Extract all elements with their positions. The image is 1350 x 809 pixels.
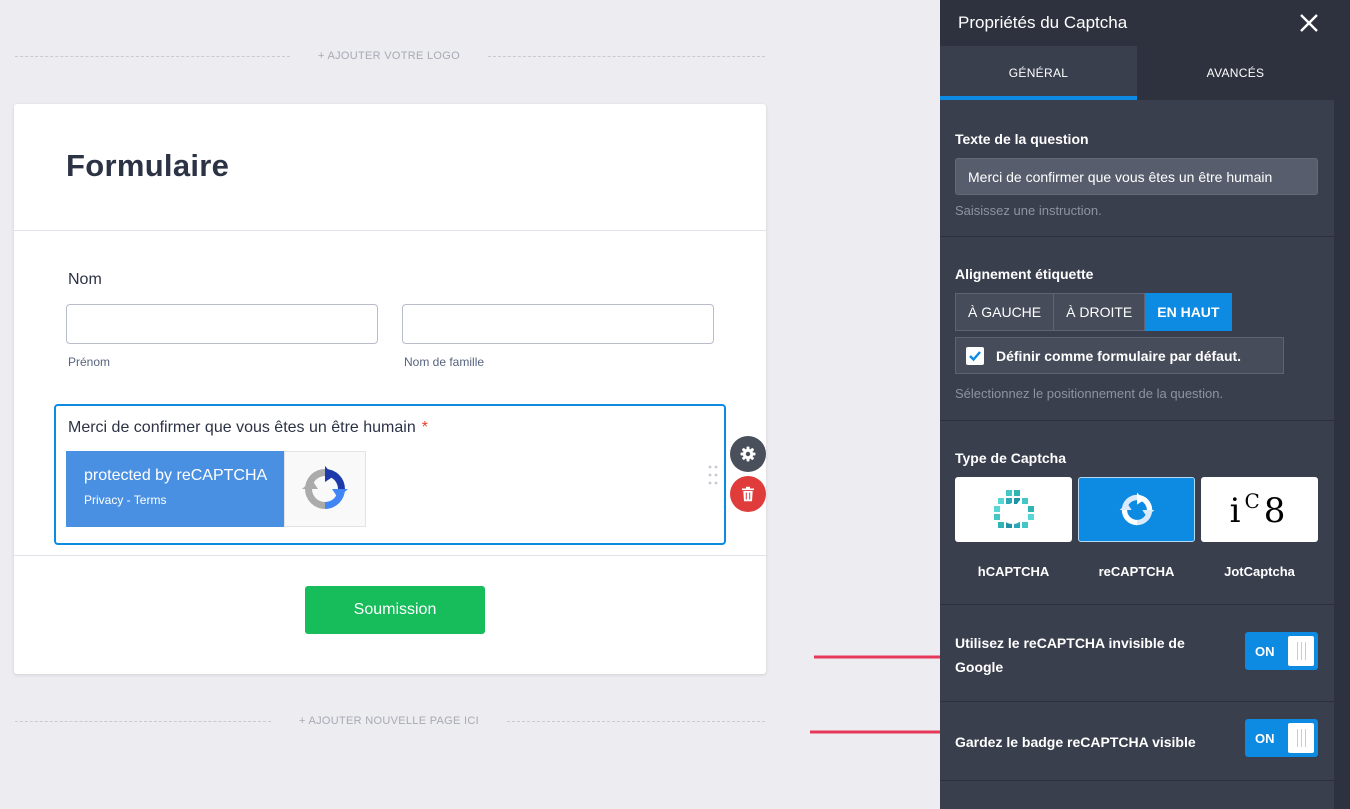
drag-handle-icon[interactable] xyxy=(707,464,719,491)
captcha-properties-panel: Propriétés du Captcha GÉNÉRAL AVANCÉS Te… xyxy=(940,0,1350,809)
toggle-knob xyxy=(1288,636,1314,666)
add-logo-link[interactable]: + AJOUTER VOTRE LOGO xyxy=(290,50,488,62)
tab-general[interactable]: GÉNÉRAL xyxy=(940,46,1137,100)
captcha-question-label: Merci de confirmer que vous êtes un être… xyxy=(68,419,428,437)
invisible-recaptcha-toggle[interactable]: ON xyxy=(1245,632,1318,670)
first-name-input[interactable] xyxy=(66,304,378,344)
add-page-link[interactable]: + AJOUTER NOUVELLE PAGE ICI xyxy=(271,715,507,727)
required-mark: * xyxy=(421,419,428,436)
hcaptcha-logo-icon xyxy=(955,477,1072,542)
question-text-label: Texte de la question xyxy=(955,131,1089,147)
checkmark-icon xyxy=(969,350,981,361)
captcha-option-recaptcha[interactable]: reCAPTCHA xyxy=(1078,477,1195,579)
panel-scrollbar[interactable] xyxy=(1334,0,1350,809)
panel-title: Propriétés du Captcha xyxy=(958,13,1128,32)
recaptcha-badge: protected by reCAPTCHA Privacy - Terms xyxy=(66,451,366,528)
hcaptcha-label: hCAPTCHA xyxy=(977,564,1050,579)
toggle-state: ON xyxy=(1255,643,1275,659)
add-logo-row[interactable]: + AJOUTER VOTRE LOGO xyxy=(15,46,765,66)
set-default-label: Définir comme formulaire par défaut. xyxy=(996,347,1242,364)
gear-icon xyxy=(740,446,756,462)
dashed-divider xyxy=(506,720,765,722)
keep-badge-visible-section: Gardez le badge reCAPTCHA visible ON xyxy=(940,702,1334,781)
recaptcha-badge-text: protected by reCAPTCHA Privacy - Terms xyxy=(66,451,284,527)
last-name-sublabel: Nom de famille xyxy=(404,355,485,369)
panel-tabs: GÉNÉRAL AVANCÉS xyxy=(940,46,1334,100)
toggle-knob xyxy=(1288,723,1314,753)
captcha-type-options: hCAPTCHA reCAPTCHA iC8 JotCaptcha xyxy=(955,477,1318,579)
submit-button[interactable]: Soumission xyxy=(305,586,485,634)
align-top-option[interactable]: EN HAUT xyxy=(1145,293,1233,331)
label-alignment-hint: Sélectionnez le positionnement de la que… xyxy=(955,386,1224,401)
form-title[interactable]: Formulaire xyxy=(66,148,229,184)
last-name-input[interactable] xyxy=(402,304,714,344)
label-alignment-section: Alignement étiquette À GAUCHE À DROITE E… xyxy=(940,237,1334,421)
label-alignment-label: Alignement étiquette xyxy=(955,266,1094,282)
recaptcha-protected-text: protected by reCAPTCHA xyxy=(84,467,268,484)
recaptcha-logo-icon xyxy=(284,451,366,527)
trash-icon xyxy=(742,486,754,502)
first-name-sublabel: Prénom xyxy=(68,355,111,369)
close-icon xyxy=(1300,14,1318,32)
question-text-input[interactable]: Merci de confirmer que vous êtes un être… xyxy=(955,158,1318,195)
captcha-option-jotcaptcha[interactable]: iC8 JotCaptcha xyxy=(1201,477,1318,579)
captcha-type-label: Type de Captcha xyxy=(955,450,1066,466)
captcha-question-text: Merci de confirmer que vous êtes un être… xyxy=(68,419,416,436)
close-panel-button[interactable] xyxy=(1298,12,1320,34)
form-card: Formulaire Nom Prénom Nom de famille Mer… xyxy=(14,104,766,674)
add-page-row[interactable]: + AJOUTER NOUVELLE PAGE ICI xyxy=(15,711,765,731)
align-right-option[interactable]: À DROITE xyxy=(1054,293,1146,331)
recaptcha-privacy-terms: Privacy - Terms xyxy=(84,493,167,507)
label-alignment-options: À GAUCHE À DROITE EN HAUT xyxy=(955,293,1233,331)
captcha-option-hcaptcha[interactable]: hCAPTCHA xyxy=(955,477,1072,579)
keep-badge-visible-toggle[interactable]: ON xyxy=(1245,719,1318,757)
align-left-option[interactable]: À GAUCHE xyxy=(955,293,1055,331)
divider xyxy=(14,555,766,556)
jotcaptcha-logo-text: iC8 xyxy=(1229,488,1290,531)
invisible-recaptcha-label: Utilisez le reCAPTCHA invisible de Googl… xyxy=(955,635,1185,675)
field-properties-button[interactable] xyxy=(730,436,766,472)
dashed-divider xyxy=(15,55,290,57)
keep-badge-visible-label: Gardez le badge reCAPTCHA visible xyxy=(955,734,1196,750)
recaptcha-logo-icon xyxy=(1078,477,1195,542)
recaptcha-label: reCAPTCHA xyxy=(1098,564,1175,579)
delete-field-button[interactable] xyxy=(730,476,766,512)
panel-header: Propriétés du Captcha xyxy=(940,0,1334,46)
tab-advanced[interactable]: AVANCÉS xyxy=(1137,46,1334,100)
name-field-label[interactable]: Nom xyxy=(68,271,102,289)
invisible-recaptcha-section: Utilisez le reCAPTCHA invisible de Googl… xyxy=(940,605,1334,702)
jotcaptcha-logo-icon: iC8 xyxy=(1201,477,1318,542)
question-text-hint: Saisissez une instruction. xyxy=(955,203,1102,218)
question-text-section: Texte de la question Merci de confirmer … xyxy=(940,100,1334,237)
captcha-field[interactable]: Merci de confirmer que vous êtes un être… xyxy=(54,404,726,545)
set-default-checkbox-row[interactable]: Définir comme formulaire par défaut. xyxy=(955,337,1284,374)
checkbox-checked[interactable] xyxy=(966,346,984,365)
dashed-divider xyxy=(488,55,765,57)
dashed-divider xyxy=(15,720,271,722)
divider xyxy=(14,230,766,231)
captcha-type-section: Type de Captcha hCAPTCHA reCAPTCHA iC8 J… xyxy=(940,421,1334,605)
toggle-state: ON xyxy=(1255,730,1275,746)
jotcaptcha-label: JotCaptcha xyxy=(1224,564,1295,579)
